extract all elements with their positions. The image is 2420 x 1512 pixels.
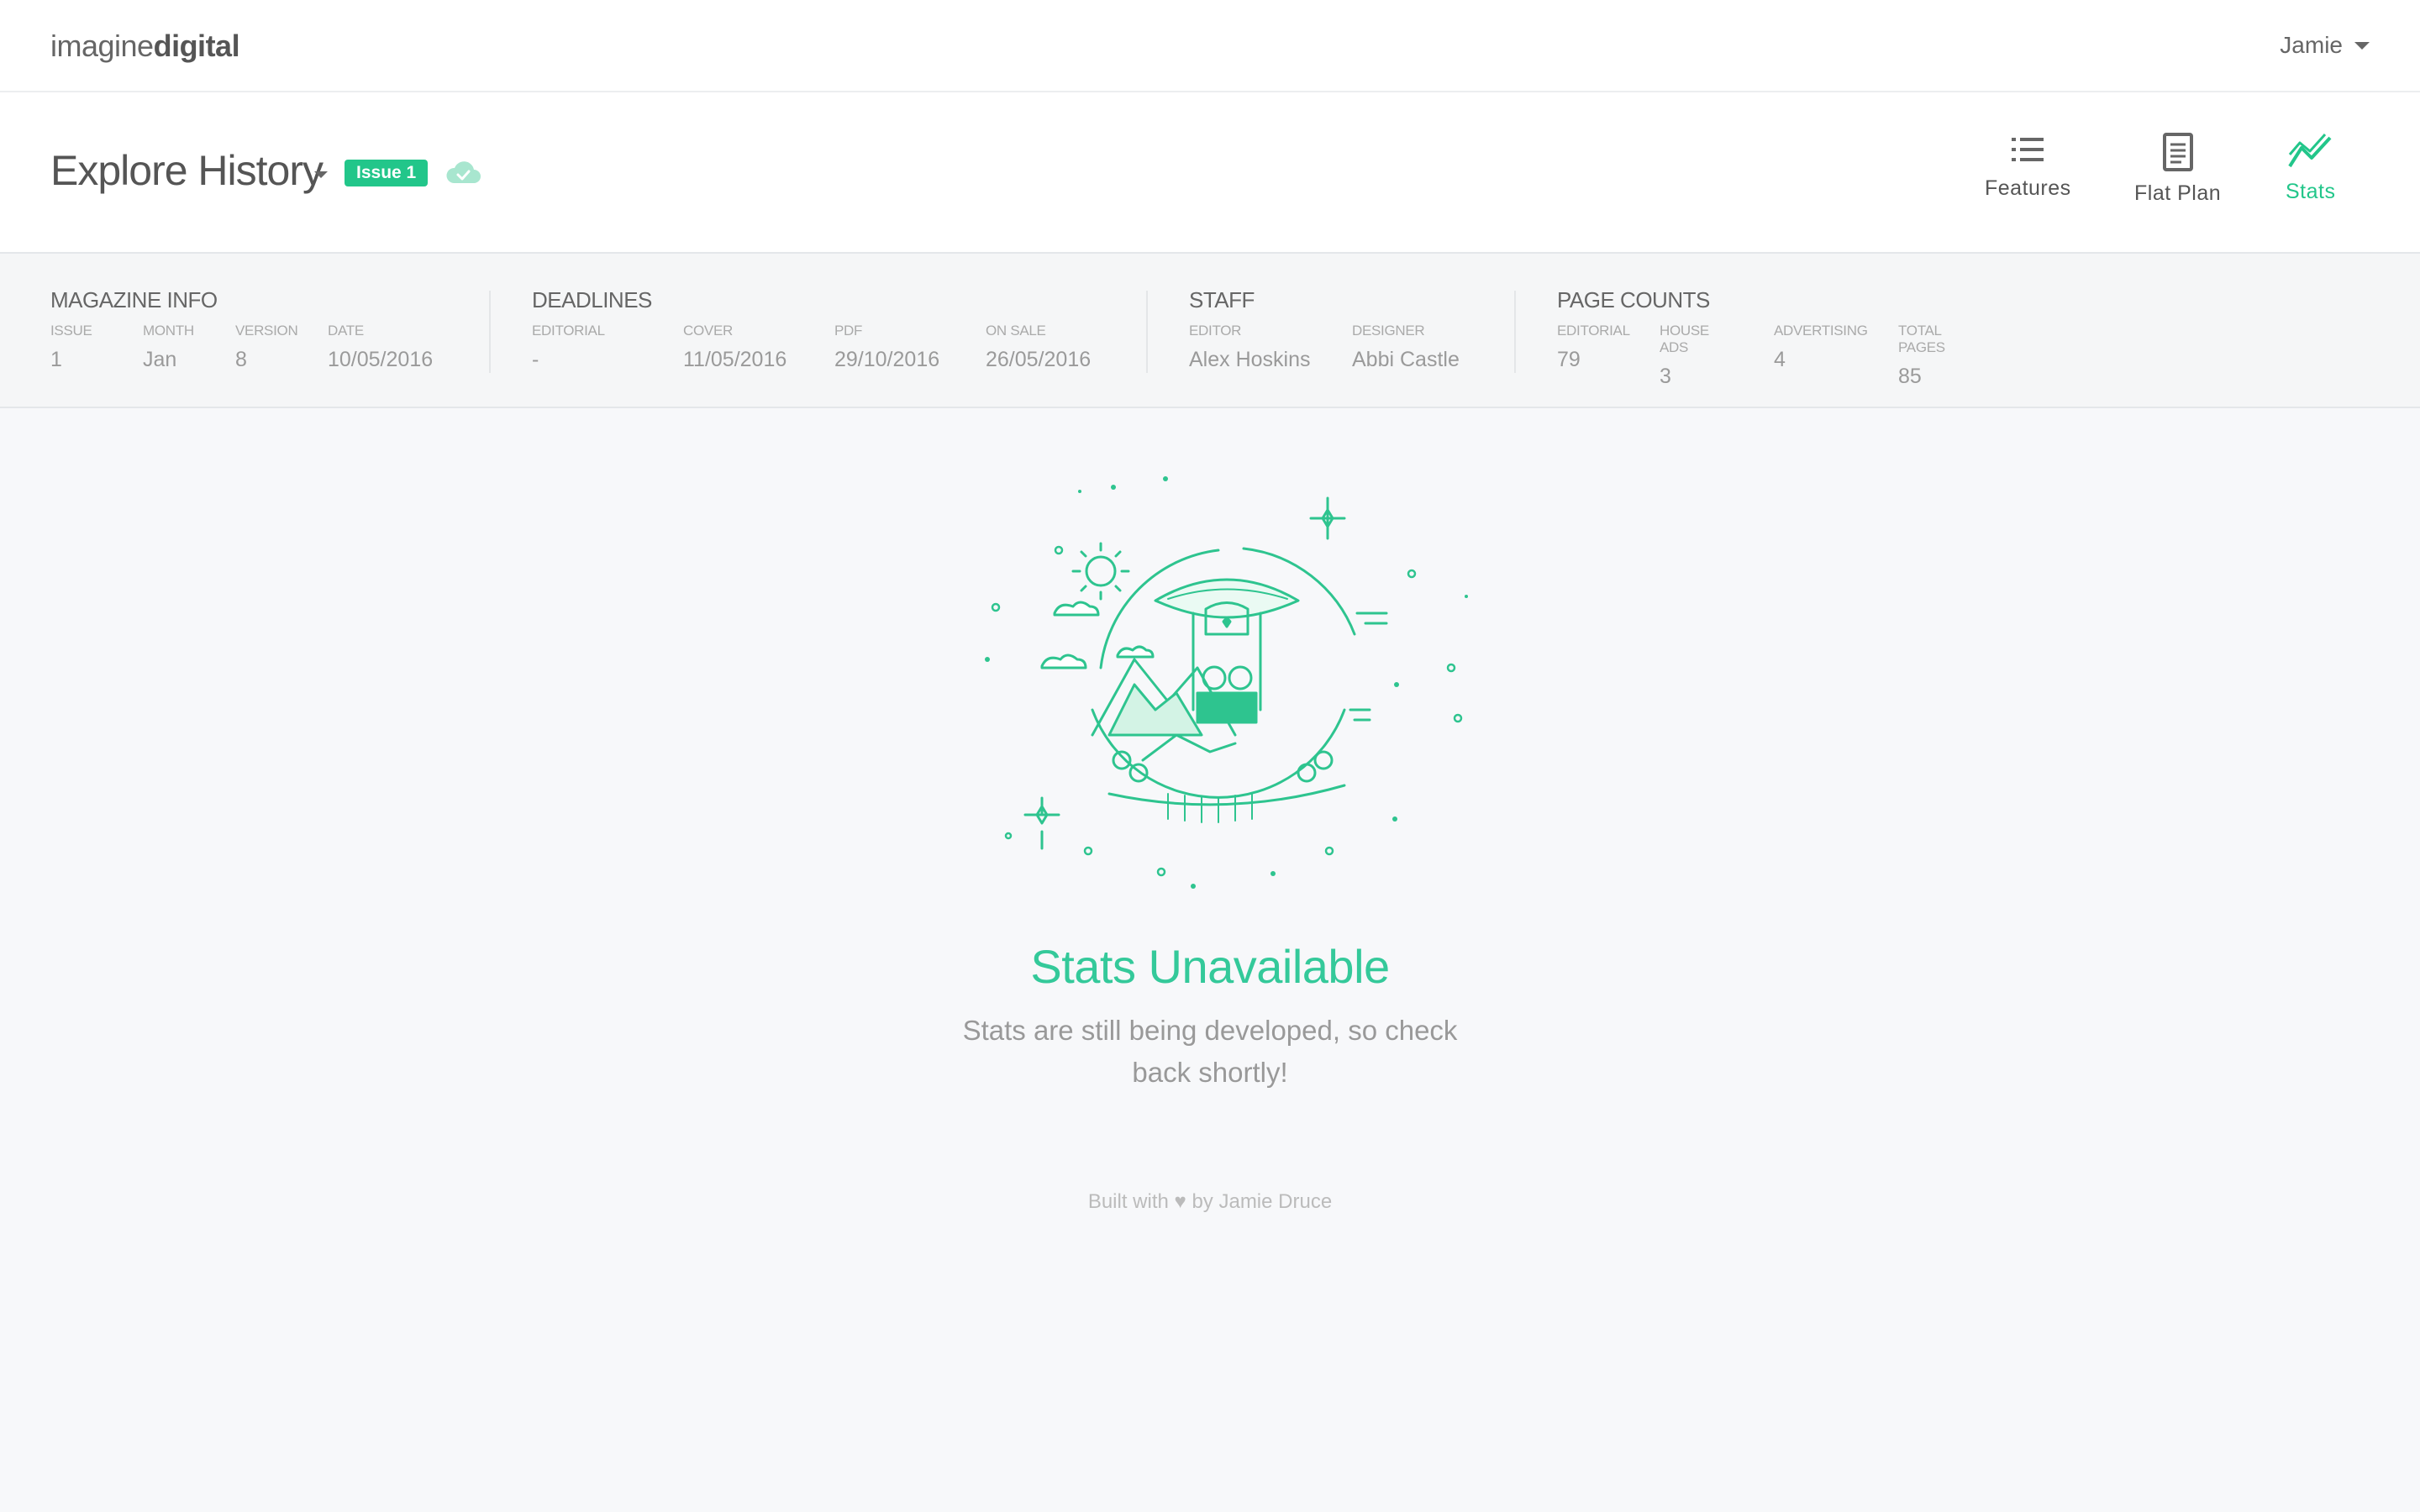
field-label: ADVERTISING [1774,323,1868,339]
field-house-ads: HOUSE ADS 3 [1660,323,1710,389]
field-value: 79 [1557,348,1581,371]
nav-flat-plan-label: Flat Plan [2134,181,2222,205]
balloon-illustration [985,476,1468,889]
nav-features[interactable]: Features [1985,133,2071,201]
field-value: - [532,348,539,371]
logo-bold-text: digital [153,29,240,63]
group-title: MAGAZINE INFO [50,287,218,312]
top-bar: imaginedigital Jamie [0,0,2420,92]
logo[interactable]: imaginedigital [50,29,240,64]
divider [489,291,491,373]
field-value: 29/10/2016 [834,348,940,371]
field-designer: DESIGNER Abbi Castle [1352,323,1460,372]
field-label: ISSUE [50,323,92,339]
list-icon [2012,138,2044,161]
field-label: ON SALE [986,323,1046,339]
field-editorial-deadline: EDITORIAL - [532,323,605,372]
field-label: COVER [683,323,733,339]
field-value: Abbi Castle [1352,348,1460,371]
user-menu[interactable]: Jamie [2280,32,2370,59]
field-label: EDITOR [1189,323,1242,339]
field-value: 11/05/2016 [683,348,787,371]
field-value: 4 [1774,348,1786,371]
field-editor: EDITOR Alex Hoskins [1189,323,1311,372]
field-label: HOUSE ADS [1660,323,1709,355]
chevron-down-icon[interactable] [314,171,328,178]
field-issue: ISSUE 1 [50,323,92,372]
logo-light-text: imagine [50,29,154,63]
issue-info-panel: MAGAZINE INFO ISSUE 1 MONTH Jan VERSION 8 D… [0,254,2420,408]
field-label: EDITORIAL [532,323,605,339]
deadlines-group: DEADLINES EDITORIAL - COVER 11/05/2016 PDF… [532,287,1091,371]
field-value: 26/05/2016 [986,348,1092,371]
page-counts-group: PAGE COUNTS EDITORIAL 79 HOUSE ADS 3 ADVER… [1557,287,1945,388]
field-on-sale: ON SALE 26/05/2016 [986,323,1091,372]
staff-group: STAFF EDITOR Alex Hoskins DESIGNER Abbi Ca… [1189,287,1460,371]
field-label: DATE [328,323,364,339]
group-title: STAFF [1189,287,1255,312]
document-icon [2162,133,2193,171]
footer-credit: by Jamie Druce [1192,1190,1333,1213]
magazine-info-group: MAGAZINE INFO ISSUE 1 MONTH Jan VERSION 8 D… [50,287,433,371]
empty-state-message: Stats are still being developed, so chec… [962,1015,1458,1088]
field-value: 85 [1898,365,1922,388]
field-value: Alex Hoskins [1189,348,1311,371]
group-title: PAGE COUNTS [1557,287,1710,312]
user-name: Jamie [2280,32,2343,58]
group-title: DEADLINES [532,287,652,312]
field-cover-deadline: COVER 11/05/2016 [683,323,786,372]
issue-badge: Issue 1 [345,160,429,186]
divider [1514,291,1516,373]
field-label: MONTH [143,323,194,339]
field-pdf-deadline: PDF 29/10/2016 [834,323,939,372]
field-date: DATE 10/05/2016 [328,323,433,372]
field-label: EDITORIAL [1557,323,1630,339]
chart-line-icon [2288,133,2332,168]
empty-state-title: Stats Unavailable [1030,940,1390,993]
page-title[interactable]: Explore History [50,146,324,195]
field-label: DESIGNER [1352,323,1425,339]
field-total-pages: TOTAL PAGES 85 [1898,323,1945,389]
field-value: Jan [143,348,177,371]
divider [1146,291,1148,373]
field-label: PDF [834,323,863,339]
field-value: 1 [50,348,62,371]
field-label: TOTAL PAGES [1898,323,1945,355]
footer: Built with ♥ by Jamie Druce [0,1190,2420,1214]
field-label: VERSION [235,323,298,339]
field-value: 8 [235,348,247,371]
nav-features-label: Features [1985,176,2071,200]
nav-stats-label: Stats [2286,180,2336,203]
footer-prefix: Built with [1087,1190,1169,1213]
chevron-down-icon [2354,41,2370,50]
nav-flat-plan[interactable]: Flat Plan [2134,133,2221,206]
field-editorial-count: EDITORIAL 79 [1557,323,1630,372]
heart-icon: ♥ [1174,1190,1186,1213]
nav-stats[interactable]: Stats [2286,133,2335,204]
field-version: VERSION 8 [235,323,298,372]
field-advertising: ADVERTISING 4 [1774,323,1868,372]
field-value: 10/05/2016 [328,348,434,371]
cloud-check-icon [446,161,481,183]
field-month: MONTH Jan [143,323,194,372]
issue-header: Explore History Issue 1 Features Flat Pl… [0,92,2420,254]
field-value: 3 [1660,365,1671,388]
